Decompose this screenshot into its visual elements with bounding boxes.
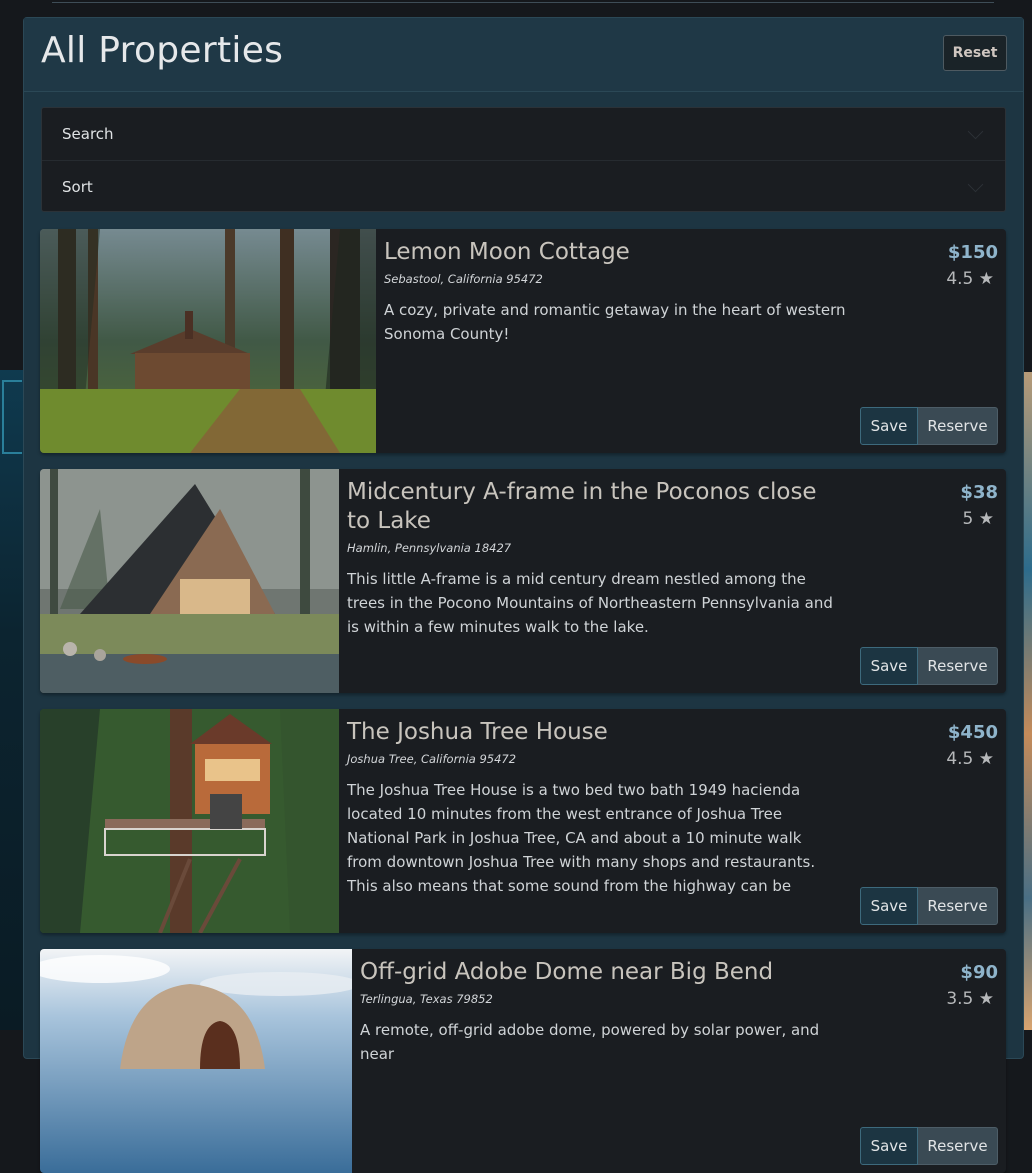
listing-title[interactable]: Midcentury A-frame in the Poconos close … xyxy=(347,478,827,536)
listing-location: Joshua Tree, California 95472 xyxy=(347,752,517,766)
save-button[interactable]: Save xyxy=(860,647,918,685)
listing-rating: 3.5 ★ xyxy=(946,989,994,1009)
listing-actions: Save Reserve xyxy=(860,407,998,445)
listing-rating: 4.5 ★ xyxy=(946,269,994,289)
panel-header: All Properties Reset xyxy=(24,18,1023,92)
reset-button[interactable]: Reset xyxy=(943,35,1007,71)
listing-description: A remote, off-grid adobe dome, powered b… xyxy=(360,1021,820,1063)
listing-description: The Joshua Tree House is a two bed two b… xyxy=(347,781,816,902)
listing-price: $90 xyxy=(960,962,998,983)
listing-photo-cabin[interactable] xyxy=(40,229,376,453)
reserve-button[interactable]: Reserve xyxy=(918,647,998,685)
top-bar-edge xyxy=(52,0,994,3)
properties-panel: All Properties Reset Search Sort Lemon M… xyxy=(23,17,1024,1173)
background-photo-left xyxy=(0,370,24,1030)
listing-actions: Save Reserve xyxy=(860,1127,998,1165)
listing-title[interactable]: Off-grid Adobe Dome near Big Bend xyxy=(360,958,840,987)
listing-card[interactable]: The Joshua Tree House Joshua Tree, Calif… xyxy=(40,709,1006,933)
listing-title[interactable]: Lemon Moon Cottage xyxy=(384,238,864,267)
listing-description: A cozy, private and romantic getaway in … xyxy=(384,301,846,343)
search-accordion-toggle[interactable]: Search xyxy=(42,108,1005,161)
background-photo-right xyxy=(1024,372,1032,1030)
listing-actions: Save Reserve xyxy=(860,887,998,925)
save-button[interactable]: Save xyxy=(860,887,918,925)
save-button[interactable]: Save xyxy=(860,407,918,445)
listing-description: This little A-frame is a mid century dre… xyxy=(347,570,833,636)
listing-photo-adobe-dome[interactable] xyxy=(40,949,352,1173)
listing-actions: Save Reserve xyxy=(860,647,998,685)
listing-card[interactable]: Midcentury A-frame in the Poconos close … xyxy=(40,469,1006,693)
listing-card[interactable]: Off-grid Adobe Dome near Big Bend Terlin… xyxy=(40,949,1006,1173)
listing-location: Terlingua, Texas 79852 xyxy=(360,992,493,1006)
listing-photo-a-frame[interactable] xyxy=(40,469,339,693)
listing-price: $450 xyxy=(947,722,998,743)
listing-title[interactable]: The Joshua Tree House xyxy=(347,718,827,747)
sort-accordion-toggle[interactable]: Sort xyxy=(42,161,1005,213)
listing-location: Hamlin, Pennsylvania 18427 xyxy=(347,541,512,555)
background-detail xyxy=(2,380,22,454)
reserve-button[interactable]: Reserve xyxy=(918,887,998,925)
chevron-down-icon xyxy=(967,176,984,193)
listing-photo-treehouse[interactable] xyxy=(40,709,339,933)
listing-card[interactable]: Lemon Moon Cottage Sebastool, California… xyxy=(40,229,1006,453)
listing-location: Sebastool, California 95472 xyxy=(384,272,543,286)
save-button[interactable]: Save xyxy=(860,1127,918,1165)
page-title: All Properties xyxy=(41,30,284,71)
reserve-button[interactable]: Reserve xyxy=(918,407,998,445)
search-label: Search xyxy=(62,125,114,143)
filter-accordion: Search Sort xyxy=(41,107,1006,212)
reserve-button[interactable]: Reserve xyxy=(918,1127,998,1165)
listing-price: $38 xyxy=(960,482,998,503)
chevron-down-icon xyxy=(967,123,984,140)
listing-rating: 4.5 ★ xyxy=(946,749,994,769)
sort-label: Sort xyxy=(62,178,93,196)
listing-price: $150 xyxy=(947,242,998,263)
listing-rating: 5 ★ xyxy=(962,509,994,529)
